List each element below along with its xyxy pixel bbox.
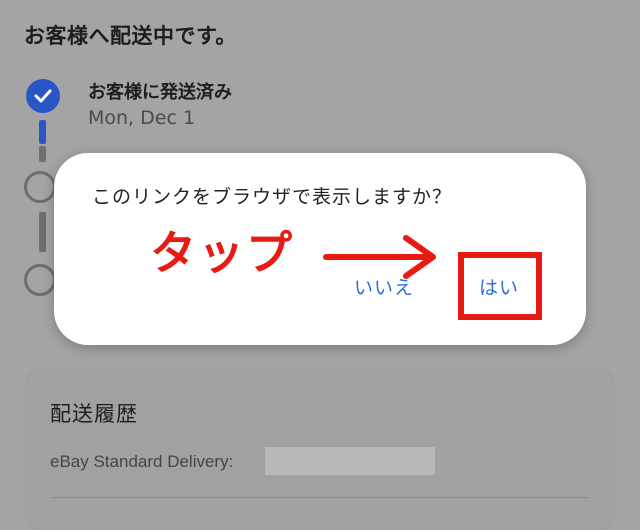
step-pending-circle-icon [24, 171, 56, 203]
timeline-pending-segment-2 [39, 212, 46, 252]
delivery-method-label: eBay Standard Delivery: [50, 452, 234, 471]
highlight-box-annotation [458, 252, 542, 320]
delivery-history-card: 配送履歴 eBay Standard Delivery: [26, 370, 614, 530]
dialog-message: このリンクをブラウザで表示しますか？ [92, 186, 453, 208]
redacted-tracking-number [265, 447, 435, 475]
timeline-progress-segment [39, 120, 46, 144]
tap-annotation-label: タップ [150, 226, 294, 280]
page-title: お客様へ配送中です。 [24, 24, 237, 48]
step-complete-check-icon [26, 79, 60, 113]
step-date: Mon, Dec 1 [88, 107, 196, 129]
history-divider [50, 497, 590, 498]
arrow-right-icon [323, 235, 436, 279]
timeline-pending-segment [39, 146, 46, 162]
history-title: 配送履歴 [50, 402, 138, 426]
step-pending-circle-icon-2 [24, 264, 56, 296]
step-title: お客様に発送済み [88, 82, 232, 103]
